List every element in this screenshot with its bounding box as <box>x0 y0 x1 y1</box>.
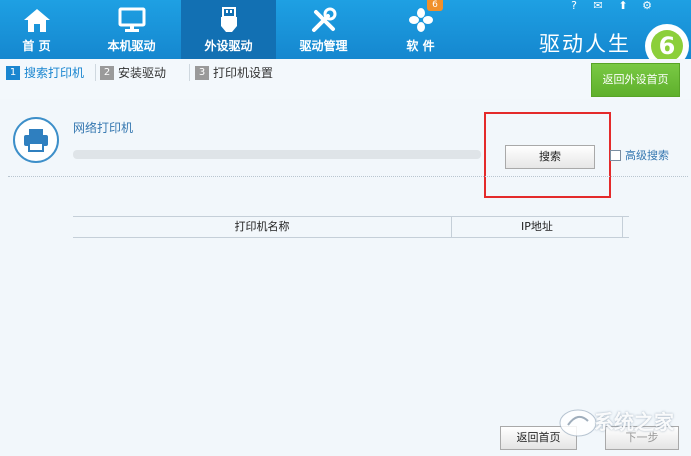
step-divider <box>189 64 190 81</box>
step-printer-settings[interactable]: 3 打印机设置 <box>195 66 273 80</box>
brand-logo-icon: 6 <box>645 24 689 63</box>
step-label: 安装驱动 <box>118 66 167 80</box>
step-search-printer[interactable]: 1 搜索打印机 <box>6 66 84 80</box>
usb-icon <box>220 7 237 32</box>
step-install-driver[interactable]: 2 安装驱动 <box>100 66 166 80</box>
column-divider <box>622 217 623 237</box>
back-button-label: 返回 <box>516 431 539 444</box>
step-number: 3 <box>195 66 209 80</box>
nav-driver-management[interactable]: 驱动管理 <box>287 0 360 59</box>
upgrade-icon[interactable]: ⬆ <box>616 0 630 12</box>
search-progress-bar <box>73 150 481 159</box>
advanced-search-checkbox[interactable] <box>610 150 621 161</box>
step-number: 2 <box>100 66 114 80</box>
network-printer-icon <box>13 117 59 163</box>
help-icon[interactable]: ? <box>567 0 581 12</box>
nav-software[interactable]: 软 件 <box>384 0 457 59</box>
home-icon <box>23 9 50 32</box>
column-ip-address[interactable]: IP地址 <box>452 217 622 237</box>
top-navigation-bar: 首 页 本机驱动 外设驱动 驱动管理 软 件 6 ? ✉ ⬆ ⚙ 驱动人生 6 <box>0 0 691 63</box>
brand-name: 驱动人生 <box>539 32 631 56</box>
step-label: 搜索打印机 <box>24 66 85 80</box>
tools-icon <box>311 7 336 32</box>
monitor-icon <box>118 7 145 32</box>
printer-table-body <box>73 238 629 418</box>
nav-home-label: 首 页 <box>22 39 51 53</box>
message-icon[interactable]: ✉ <box>591 0 605 12</box>
nav-software-label: 软 件 <box>406 39 435 53</box>
search-button[interactable]: 搜索 <box>505 145 595 169</box>
step-divider <box>95 64 96 81</box>
step-label: 打印机设置 <box>213 66 274 80</box>
printer-icon <box>24 129 48 152</box>
column-printer-name[interactable]: 打印机名称 <box>73 217 451 237</box>
settings-icon[interactable]: ⚙ <box>640 0 654 12</box>
back-to-peripheral-home-button[interactable]: 返回外设首页 <box>591 63 680 97</box>
brand-logo-number: 6 <box>659 32 676 60</box>
advanced-search-label[interactable]: 高级搜索 <box>625 149 669 162</box>
step-number: 1 <box>6 66 20 80</box>
nav-local-drivers-label: 本机驱动 <box>107 39 156 53</box>
section-divider <box>8 176 688 177</box>
printer-table-header: 打印机名称 IP地址 <box>73 216 629 238</box>
nav-peripheral-drivers-label: 外设驱动 <box>204 39 253 53</box>
nav-home[interactable]: 首 页 <box>0 0 73 59</box>
software-update-badge: 6 <box>427 0 443 11</box>
network-printer-title: 网络打印机 <box>73 121 134 135</box>
watermark-text: 系统之家 <box>594 410 674 434</box>
nav-peripheral-drivers[interactable]: 外设驱动 <box>181 0 276 59</box>
nav-driver-management-label: 驱动管理 <box>299 39 348 53</box>
steps-bar: 1 搜索打印机 2 安装驱动 3 打印机设置 <box>0 59 691 99</box>
nav-local-drivers[interactable]: 本机驱动 <box>95 0 168 59</box>
